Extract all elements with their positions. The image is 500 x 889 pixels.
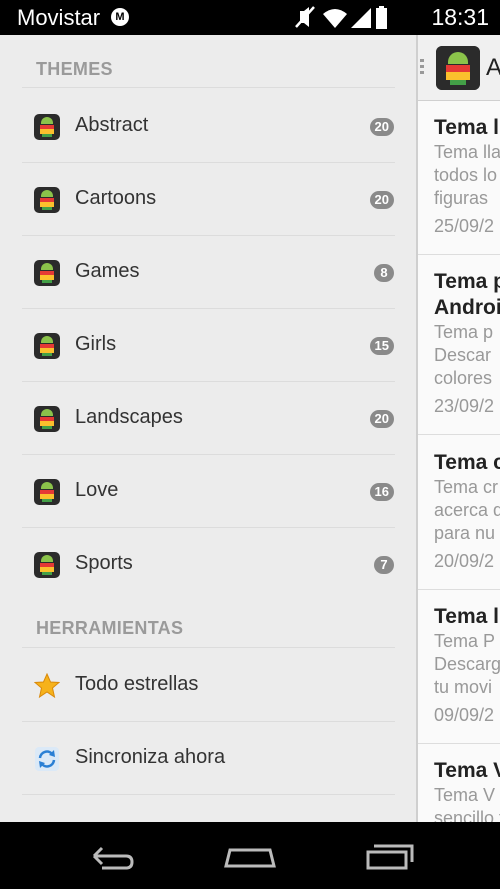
count-badge: 8 — [374, 264, 394, 282]
content-panel: A Tema l Tema lla todos lo figuras 25/09… — [416, 35, 500, 822]
divider — [418, 254, 500, 255]
divider — [418, 743, 500, 744]
android-theme-icon — [34, 479, 60, 505]
post-excerpt: Descar — [434, 345, 492, 365]
post-excerpt: tu movi — [434, 677, 493, 697]
theme-item-sports[interactable]: Sports 7 — [0, 528, 416, 601]
post-excerpt: Tema p — [434, 322, 494, 342]
divider — [22, 87, 395, 88]
home-icon — [224, 848, 276, 868]
post-excerpt: Tema lla — [434, 142, 500, 162]
android-theme-icon — [34, 187, 60, 213]
android-theme-icon — [34, 333, 60, 359]
post-item[interactable]: Tema V Tema V sencillo t — [418, 758, 500, 822]
post-item[interactable]: Tema c Tema cr acerca d para nu 20/09/2 — [418, 450, 500, 574]
carrier-logo-icon: M — [111, 8, 129, 26]
home-button[interactable] — [220, 836, 280, 876]
navigation-drawer: THEMES Abstract 20 Cartoons 20 Games 8 G… — [0, 35, 416, 822]
theme-item-games[interactable]: Games 8 — [0, 236, 416, 309]
post-excerpt: colores — [434, 368, 493, 388]
post-title: Tema l — [434, 116, 499, 139]
theme-label: Landscapes — [75, 406, 183, 428]
tool-item-starred[interactable]: Todo estrellas — [0, 649, 416, 722]
divider — [418, 589, 500, 590]
wifi-icon — [323, 9, 347, 28]
post-date: 09/09/2 — [434, 705, 495, 725]
theme-item-girls[interactable]: Girls 15 — [0, 309, 416, 382]
recents-button[interactable] — [360, 836, 420, 876]
android-theme-icon — [34, 114, 60, 140]
android-theme-icon — [34, 406, 60, 432]
post-excerpt: acerca d — [434, 500, 500, 520]
theme-item-love[interactable]: Love 16 — [0, 455, 416, 528]
count-badge: 15 — [369, 337, 394, 355]
post-excerpt: Tema V — [434, 785, 496, 805]
theme-item-landscapes[interactable]: Landscapes 20 — [0, 382, 416, 455]
count-badge: 20 — [369, 410, 394, 428]
tools-section-header: HERRAMIENTAS — [36, 618, 184, 638]
divider — [22, 794, 395, 795]
signal-icon — [351, 8, 371, 28]
post-excerpt: Tema cr — [434, 477, 499, 497]
back-icon — [92, 846, 134, 870]
count-badge: 20 — [369, 191, 394, 209]
theme-label: Sports — [75, 552, 133, 574]
themes-section-header: THEMES — [36, 59, 113, 79]
theme-item-cartoons[interactable]: Cartoons 20 — [0, 163, 416, 236]
post-excerpt: para nu — [434, 523, 496, 543]
post-date: 25/09/2 — [434, 216, 495, 236]
post-title: Tema V — [434, 759, 500, 782]
tool-label: Sincroniza ahora — [75, 746, 226, 768]
theme-item-abstract[interactable]: Abstract 20 — [0, 90, 416, 163]
post-item[interactable]: Tema l Tema lla todos lo figuras 25/09/2 — [418, 115, 500, 239]
post-title: Tema p — [434, 270, 500, 293]
recents-icon — [366, 844, 414, 870]
tool-item-sync[interactable]: Sincroniza ahora — [0, 722, 416, 795]
android-theme-icon — [34, 552, 60, 578]
count-badge: 7 — [374, 556, 394, 574]
app-title: A — [486, 54, 500, 82]
theme-label: Games — [75, 260, 140, 282]
theme-label: Girls — [75, 333, 117, 355]
status-icons — [290, 5, 410, 36]
android-theme-icon — [34, 260, 60, 286]
post-title: Androi — [434, 296, 500, 319]
mute-icon — [295, 6, 315, 28]
tool-label: Todo estrellas — [75, 673, 199, 695]
sync-icon — [34, 746, 60, 772]
theme-label: Cartoons — [75, 187, 157, 209]
theme-label: Love — [75, 479, 119, 501]
drawer-indicator-icon[interactable] — [420, 59, 424, 79]
post-excerpt: Tema P — [434, 631, 496, 651]
post-excerpt: figuras — [434, 188, 489, 208]
action-bar[interactable]: A — [418, 35, 500, 101]
app-icon — [436, 46, 480, 90]
post-item[interactable]: Tema l Tema P Descarg tu movi 09/09/2 — [418, 604, 500, 728]
post-excerpt: todos lo — [434, 165, 498, 185]
post-date: 20/09/2 — [434, 551, 495, 571]
divider — [22, 647, 395, 648]
post-item[interactable]: Tema p Androi Tema p Descar colores 23/0… — [418, 269, 500, 419]
star-icon — [33, 672, 61, 699]
post-excerpt: Descarg — [434, 654, 500, 674]
count-badge: 16 — [369, 483, 394, 501]
post-title: Tema c — [434, 451, 500, 474]
post-date: 23/09/2 — [434, 396, 495, 416]
status-bar: Movistar M 18:31 — [0, 0, 500, 35]
clock: 18:31 — [431, 4, 489, 30]
divider — [418, 434, 500, 435]
count-badge: 20 — [369, 118, 394, 136]
post-title: Tema l — [434, 605, 499, 628]
battery-icon — [376, 6, 387, 29]
post-excerpt: sencillo t — [434, 808, 500, 822]
carrier-name: Movistar — [17, 5, 101, 30]
system-nav-bar — [0, 822, 500, 889]
back-button[interactable] — [82, 836, 142, 876]
theme-label: Abstract — [75, 114, 149, 136]
